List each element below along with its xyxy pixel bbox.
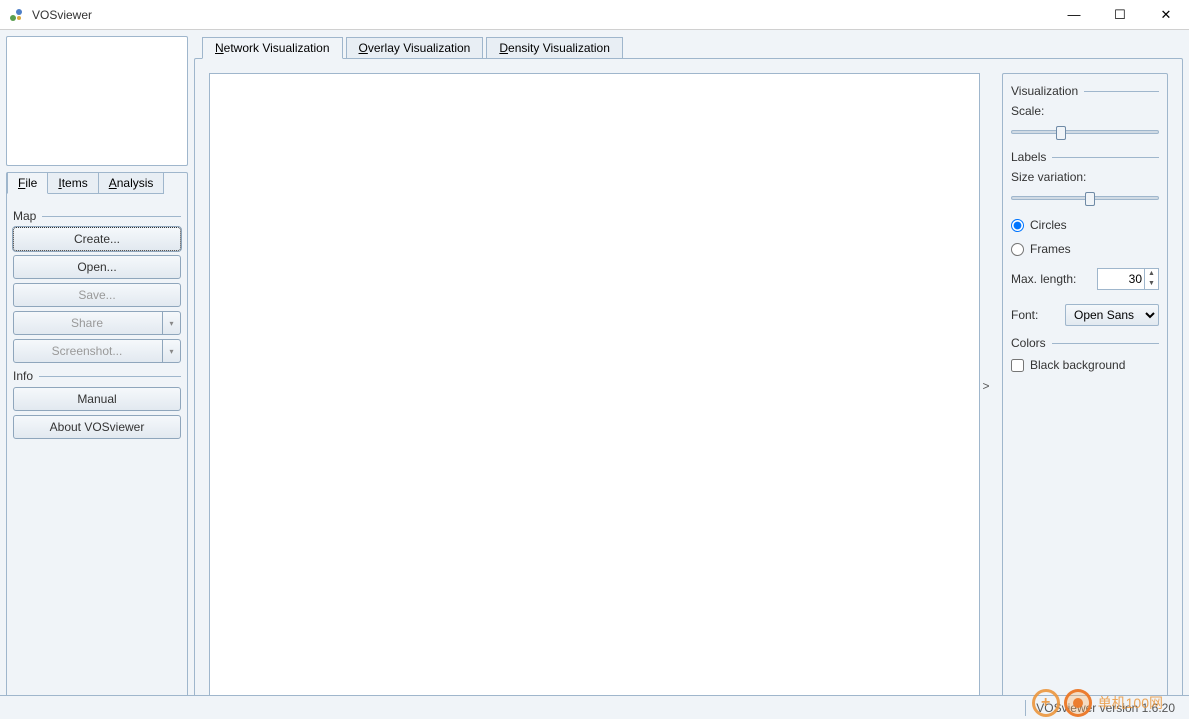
divider bbox=[39, 376, 181, 377]
minimize-button[interactable]: — bbox=[1051, 0, 1097, 30]
max-length-spinner[interactable]: ▲▼ bbox=[1144, 269, 1158, 289]
about-button[interactable]: About VOSviewer bbox=[13, 415, 181, 439]
preview-box bbox=[6, 36, 188, 166]
radio-frames-input[interactable] bbox=[1011, 243, 1024, 256]
tab-network-visualization[interactable]: Network Visualization bbox=[202, 37, 343, 59]
window-controls: — ☐ ✕ bbox=[1051, 0, 1189, 30]
divider bbox=[1084, 91, 1159, 92]
tab-analysis-ul: A bbox=[109, 176, 117, 190]
section-visualization-label: Visualization bbox=[1011, 84, 1078, 98]
manual-button[interactable]: Manual bbox=[13, 387, 181, 411]
chevron-down-icon[interactable]: ▾ bbox=[162, 340, 180, 362]
save-button[interactable]: Save... bbox=[13, 283, 181, 307]
create-button[interactable]: Create... bbox=[13, 227, 181, 251]
tab-file[interactable]: File bbox=[7, 172, 48, 194]
font-select[interactable]: Open Sans bbox=[1065, 304, 1159, 326]
left-tab-body: Map Create... Open... Save... Share ▾ Scr… bbox=[7, 195, 187, 451]
tab-analysis[interactable]: Analysis bbox=[98, 172, 165, 194]
screenshot-button[interactable]: Screenshot... ▾ bbox=[13, 339, 181, 363]
scale-slider[interactable] bbox=[1011, 130, 1159, 134]
divider bbox=[1052, 157, 1159, 158]
close-icon: ✕ bbox=[1161, 7, 1172, 23]
mtab1-ul: O bbox=[359, 41, 368, 55]
group-info-label: Info bbox=[13, 369, 33, 383]
divider bbox=[42, 216, 181, 217]
mtab2-rest: ensity Visualization bbox=[508, 41, 610, 55]
group-map-header: Map bbox=[13, 209, 181, 223]
left-tab-header: File Items Analysis bbox=[7, 172, 187, 194]
section-visualization: Visualization bbox=[1011, 84, 1159, 98]
divider bbox=[1052, 343, 1159, 344]
scale-slider-thumb[interactable] bbox=[1056, 126, 1066, 140]
size-variation-slider[interactable] bbox=[1011, 196, 1159, 200]
version-text: VOSviewer version 1.6.20 bbox=[1036, 701, 1175, 715]
close-button[interactable]: ✕ bbox=[1143, 0, 1189, 30]
size-variation-label: Size variation: bbox=[1011, 170, 1159, 184]
tab-items[interactable]: Items bbox=[47, 172, 98, 194]
mtab0-rest: etwork Visualization bbox=[224, 41, 330, 55]
statusbar-separator bbox=[1025, 700, 1026, 716]
size-variation-slider-thumb[interactable] bbox=[1085, 192, 1095, 206]
group-map-label: Map bbox=[13, 209, 36, 223]
main-tabs: Network Visualization Overlay Visualizat… bbox=[194, 36, 1183, 58]
maximize-icon: ☐ bbox=[1114, 7, 1126, 23]
black-background-input[interactable] bbox=[1011, 359, 1024, 372]
tab-density-visualization[interactable]: Density Visualization bbox=[486, 37, 623, 59]
tab-analysis-rest: nalysis bbox=[117, 176, 154, 190]
spinner-down-icon[interactable]: ▼ bbox=[1144, 279, 1158, 289]
radio-circles-input[interactable] bbox=[1011, 219, 1024, 232]
open-button[interactable]: Open... bbox=[13, 255, 181, 279]
app-body: File Items Analysis Map Create... Open..… bbox=[0, 30, 1189, 719]
app-icon bbox=[8, 7, 24, 23]
radio-frames[interactable]: Frames bbox=[1011, 242, 1159, 256]
section-colors: Colors bbox=[1011, 336, 1159, 350]
left-column: File Items Analysis Map Create... Open..… bbox=[6, 36, 188, 713]
tab-file-rest: ile bbox=[25, 176, 37, 190]
font-row: Font: Open Sans bbox=[1011, 304, 1159, 326]
screenshot-label: Screenshot... bbox=[52, 344, 123, 358]
section-labels-label: Labels bbox=[1011, 150, 1046, 164]
scale-label: Scale: bbox=[1011, 104, 1159, 118]
mtab0-ul: N bbox=[215, 41, 224, 55]
group-info-header: Info bbox=[13, 369, 181, 383]
radio-circles[interactable]: Circles bbox=[1011, 218, 1159, 232]
chevron-down-icon[interactable]: ▾ bbox=[162, 312, 180, 334]
radio-circles-label: Circles bbox=[1030, 218, 1067, 232]
statusbar: VOSviewer version 1.6.20 bbox=[0, 695, 1189, 719]
share-button[interactable]: Share ▾ bbox=[13, 311, 181, 335]
max-length-label: Max. length: bbox=[1011, 272, 1076, 286]
mtab1-rest: verlay Visualization bbox=[368, 41, 471, 55]
section-labels: Labels bbox=[1011, 150, 1159, 164]
font-label: Font: bbox=[1011, 308, 1038, 322]
section-colors-label: Colors bbox=[1011, 336, 1046, 350]
tab-overlay-visualization[interactable]: Overlay Visualization bbox=[346, 37, 484, 59]
visualization-canvas[interactable] bbox=[209, 73, 980, 698]
tab-items-rest: tems bbox=[62, 176, 88, 190]
left-tabs-panel: File Items Analysis Map Create... Open..… bbox=[6, 172, 188, 713]
panel-collapse-handle[interactable]: > bbox=[980, 73, 992, 698]
mtab2-ul: D bbox=[499, 41, 508, 55]
share-label: Share bbox=[71, 316, 103, 330]
window-title: VOSviewer bbox=[32, 8, 1051, 22]
main-panel: > Visualization Scale: Labels Size varia… bbox=[194, 58, 1183, 713]
max-length-row: Max. length: ▲▼ bbox=[1011, 268, 1159, 290]
radio-frames-label: Frames bbox=[1030, 242, 1071, 256]
spinner-up-icon[interactable]: ▲ bbox=[1144, 269, 1158, 279]
black-background-label: Black background bbox=[1030, 358, 1125, 372]
right-panel: Visualization Scale: Labels Size variati… bbox=[1002, 73, 1168, 698]
minimize-icon: — bbox=[1068, 7, 1081, 22]
black-background-checkbox[interactable]: Black background bbox=[1011, 358, 1159, 372]
center-column: Network Visualization Overlay Visualizat… bbox=[194, 36, 1183, 713]
maximize-button[interactable]: ☐ bbox=[1097, 0, 1143, 30]
titlebar: VOSviewer — ☐ ✕ bbox=[0, 0, 1189, 30]
